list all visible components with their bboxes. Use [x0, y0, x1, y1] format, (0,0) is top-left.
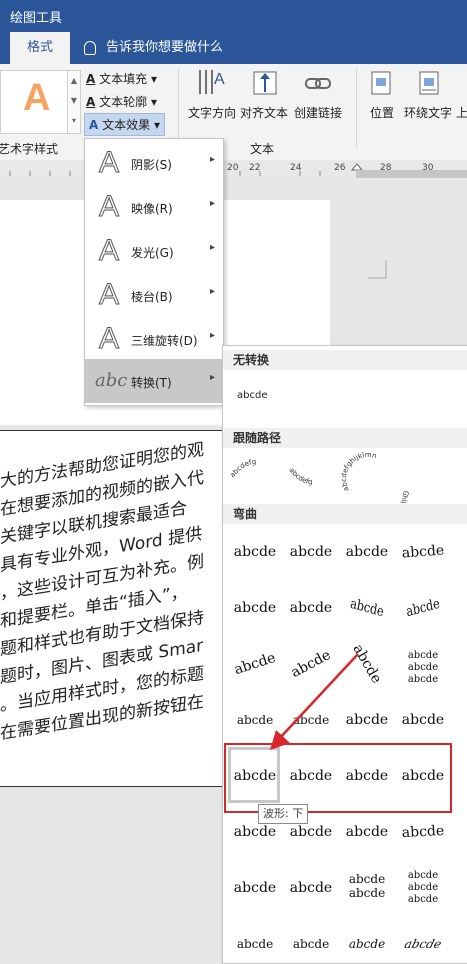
- tell-me-box[interactable]: 告诉我你想要做什么: [84, 32, 223, 64]
- menu-item-glow[interactable]: A 发光(G) ▸: [85, 229, 223, 273]
- submenu-arrow-icon: ▸: [209, 154, 215, 165]
- warp-ring-inside[interactable]: abcde: [343, 583, 390, 633]
- align-text-button[interactable]: 对齐文本: [240, 104, 288, 121]
- tell-me-text: 告诉我你想要做什么: [106, 40, 224, 55]
- submenu-arrow-icon: ▸: [209, 198, 215, 209]
- warp-deflate-top[interactable]: abcde: [285, 868, 337, 908]
- horizontal-ruler: 20 22 24 26 28 30: [0, 160, 467, 179]
- menu-item-shadow[interactable]: A 阴影(S) ▸: [85, 141, 223, 185]
- path-arch-up[interactable]: abcdefg: [228, 458, 256, 479]
- path-arch-down[interactable]: abcdefg: [288, 466, 313, 486]
- shadow-effect-icon: A: [98, 146, 119, 179]
- link-icon: [304, 74, 332, 94]
- text-direction-icon: A: [196, 68, 226, 98]
- wordart-gallery[interactable]: A: [0, 70, 68, 134]
- glow-effect-icon: A: [98, 234, 119, 267]
- warp-triangle-down[interactable]: abcde: [396, 530, 451, 574]
- warp-chevron-down[interactable]: abcde: [285, 588, 337, 628]
- follow-path-options[interactable]: abcdefg abcdefg abcdefghijklmn Ghij klmn…: [227, 450, 463, 510]
- lightbulb-icon: [84, 40, 96, 55]
- bevel-effect-icon: A: [98, 278, 119, 311]
- warp-ring-outside[interactable]: abcde: [399, 583, 446, 633]
- submenu-arrow-icon: ▸: [209, 372, 215, 383]
- text-fill-button[interactable]: A 文本填充 ▾: [86, 70, 157, 87]
- submenu-arrow-icon: ▸: [209, 242, 215, 253]
- warp-square[interactable]: abcde: [229, 532, 281, 572]
- tooltip: 波形: 下: [258, 804, 309, 824]
- warp-stop[interactable]: abcde: [285, 532, 337, 572]
- reflection-effect-icon: A: [98, 190, 119, 223]
- warp-inflate-bottom[interactable]: abcde: [341, 812, 393, 852]
- ruler-tick: 22: [249, 163, 261, 173]
- warp-triangle-up[interactable]: abcde: [341, 532, 393, 572]
- submenu-arrow-icon: ▸: [209, 286, 215, 297]
- warp-header: 弯曲: [223, 504, 467, 524]
- svg-text:abcdefg: abcdefg: [228, 458, 256, 479]
- title-bar: 绘图工具: [0, 0, 467, 32]
- warp-inflate-top[interactable]: abcde: [229, 868, 281, 908]
- ruler-tick: 24: [290, 163, 302, 173]
- annotation-arrow-icon: [270, 653, 359, 750]
- svg-text:abcdefg: abcdefg: [288, 466, 313, 486]
- menu-item-3d-rotation[interactable]: A 三维旋转(D) ▸: [85, 317, 223, 361]
- no-transform-header: 无转换: [223, 350, 467, 370]
- submenu-arrow-icon: ▸: [209, 330, 215, 341]
- warp-fade-up[interactable]: abcde: [341, 924, 393, 964]
- warp-deflate-bottom[interactable]: abcde: [396, 811, 450, 854]
- ruler-tick: 20: [227, 163, 239, 173]
- ruler-tick: 30: [422, 163, 434, 173]
- position-icon: [370, 70, 392, 96]
- ribbon: A ▲ ▼ ▾ A 文本填充 ▾ A 文本轮廓 ▾ A 文本效果 ▾ 艺术字样式 A…: [0, 64, 467, 161]
- menu-item-bevel[interactable]: A 棱台(B) ▸: [85, 273, 223, 317]
- warp-deflate-inflate[interactable]: abcde abcde: [341, 868, 393, 908]
- transform-effect-icon: abc: [95, 370, 128, 391]
- warp-deflate-inflate-deflate[interactable]: abcde abcde abcde: [397, 868, 449, 908]
- ruler-tick: 26: [334, 163, 346, 173]
- position-button[interactable]: 位置: [370, 104, 394, 121]
- 3d-rotation-effect-icon: A: [98, 322, 119, 355]
- wrap-text-button[interactable]: 环绕文字: [404, 104, 452, 121]
- align-text-icon: [252, 68, 278, 98]
- text-direction-button[interactable]: 文字方向: [188, 104, 236, 121]
- create-link-button[interactable]: 创建链接: [294, 104, 342, 121]
- wordart-preview[interactable]: A: [23, 77, 50, 120]
- path-circle[interactable]: abcdefghijklmn: [340, 451, 378, 493]
- ruler-tick: 28: [380, 163, 392, 173]
- text-effects-button[interactable]: A 文本效果 ▾: [84, 113, 165, 136]
- follow-path-header: 跟随路径: [223, 428, 467, 448]
- warp-fade-down[interactable]: abcde: [392, 924, 455, 964]
- text-outline-button[interactable]: A 文本轮廓 ▾: [86, 93, 157, 110]
- warp-fade-left[interactable]: abcde: [285, 924, 337, 964]
- wordart-group-label: 艺术字样式: [0, 142, 59, 156]
- warp-can-down[interactable]: abcde: [397, 700, 449, 740]
- svg-text:A: A: [214, 71, 225, 88]
- no-transform-option[interactable]: abcde: [237, 390, 267, 401]
- wrap-text-icon: [418, 70, 440, 96]
- text-group-label: 文本: [250, 142, 275, 156]
- tab-format[interactable]: 格式: [10, 32, 70, 64]
- svg-text:abcdefghijklmn: abcdefghijklmn: [340, 451, 378, 493]
- menu-item-reflection[interactable]: A 映像(R) ▸: [85, 185, 223, 229]
- context-tab-label: 绘图工具: [10, 11, 63, 26]
- warp-chevron-up[interactable]: abcde: [229, 588, 281, 628]
- warp-button[interactable]: abcde abcde abcde: [397, 644, 449, 685]
- menu-item-transform[interactable]: abc 转换(T) ▸: [85, 359, 223, 403]
- gallery-scroll[interactable]: ▲ ▼ ▾: [67, 70, 81, 134]
- bring-forward-button[interactable]: 上: [456, 104, 467, 121]
- text-effects-menu: A 阴影(S) ▸ A 映像(R) ▸ A 发光(G) ▸ A 棱台(B) ▸ A 三维…: [84, 138, 224, 406]
- ribbon-tab-bar: 格式 告诉我你想要做什么: [0, 32, 467, 64]
- warp-fade-right[interactable]: abcde: [229, 924, 281, 964]
